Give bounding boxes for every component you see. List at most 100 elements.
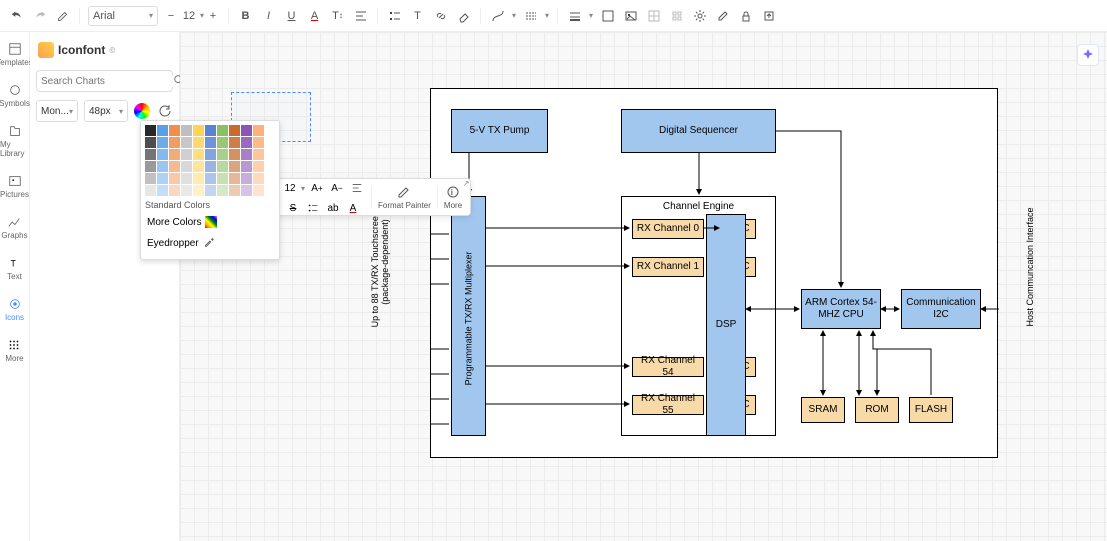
color-swatch[interactable] <box>169 173 180 184</box>
rail-templates[interactable]: Templates <box>0 42 33 67</box>
rx55-box[interactable]: RX Channel 55 <box>632 395 704 415</box>
search-box[interactable] <box>36 70 173 92</box>
color-swatch[interactable] <box>193 173 204 184</box>
italic-icon[interactable]: I <box>260 7 277 24</box>
color-swatch[interactable] <box>181 125 192 136</box>
color-swatch[interactable] <box>157 137 168 148</box>
color-swatch[interactable] <box>241 161 252 172</box>
color-swatch[interactable] <box>217 185 228 196</box>
eraser-icon[interactable] <box>455 7 472 24</box>
channel-engine-box[interactable]: Channel Engine RX Channel 0 RX Channel 1… <box>621 196 776 436</box>
bold-icon[interactable]: B <box>237 7 254 24</box>
rail-library[interactable]: My Library <box>0 124 29 158</box>
color-swatch[interactable] <box>193 185 204 196</box>
float-strike-icon[interactable]: S <box>285 200 301 216</box>
line-style-icon[interactable] <box>522 7 539 24</box>
shape-icon[interactable] <box>599 7 616 24</box>
edit-icon[interactable] <box>714 7 731 24</box>
float-grow-icon[interactable]: A+ <box>309 180 325 196</box>
color-swatch[interactable] <box>241 185 252 196</box>
linewidth-icon[interactable] <box>566 7 583 24</box>
ai-spark-button[interactable] <box>1077 44 1099 66</box>
size-decr[interactable]: − <box>164 9 178 23</box>
color-swatch[interactable] <box>205 161 216 172</box>
case-icon[interactable]: T↕ <box>329 7 346 24</box>
color-swatch[interactable] <box>181 149 192 160</box>
color-swatch[interactable] <box>145 149 156 160</box>
rail-symbols[interactable]: Symbols <box>0 83 30 108</box>
color-swatch[interactable] <box>253 161 264 172</box>
brush-icon[interactable] <box>54 7 71 24</box>
underline-icon[interactable]: U <box>283 7 300 24</box>
color-swatch[interactable] <box>145 161 156 172</box>
color-swatch[interactable] <box>205 149 216 160</box>
rx1-box[interactable]: RX Channel 1 <box>632 257 704 277</box>
color-swatch[interactable] <box>169 161 180 172</box>
mux-box[interactable]: Programmable TX/RX Multiplexer <box>451 196 486 436</box>
color-swatch[interactable] <box>181 161 192 172</box>
float-align-icon[interactable] <box>349 180 365 196</box>
float-bullets-icon[interactable] <box>305 200 321 216</box>
export-icon[interactable] <box>760 7 777 24</box>
color-swatch[interactable] <box>241 125 252 136</box>
text-tool-icon[interactable]: T <box>409 7 426 24</box>
sram-box[interactable]: SRAM <box>801 397 845 423</box>
rail-graphs[interactable]: Graphs <box>1 215 27 240</box>
refresh-icon[interactable] <box>156 103 173 120</box>
color-swatch[interactable] <box>193 137 204 148</box>
color-swatch[interactable] <box>229 149 240 160</box>
digital-sequencer-box[interactable]: Digital Sequencer <box>621 109 776 153</box>
table-icon[interactable] <box>645 7 662 24</box>
color-swatch[interactable] <box>181 173 192 184</box>
color-swatch[interactable] <box>145 185 156 196</box>
lock-icon[interactable] <box>737 7 754 24</box>
color-swatch[interactable] <box>145 125 156 136</box>
mode-select[interactable]: Mon...▾ <box>36 100 78 122</box>
font-select[interactable]: Arial▾ <box>88 6 158 26</box>
color-swatch[interactable] <box>181 185 192 196</box>
float-color-icon[interactable]: A <box>345 200 361 216</box>
grid-icon[interactable] <box>668 7 685 24</box>
flash-box[interactable]: FLASH <box>909 397 953 423</box>
color-swatch[interactable] <box>241 173 252 184</box>
color-swatch[interactable] <box>193 161 204 172</box>
color-swatch[interactable] <box>205 173 216 184</box>
size-incr[interactable]: + <box>206 9 220 23</box>
undo-icon[interactable] <box>8 7 25 24</box>
theme-color-grid[interactable] <box>145 125 275 196</box>
color-swatch[interactable] <box>229 125 240 136</box>
dsp-box[interactable]: DSP <box>706 214 746 436</box>
color-swatch[interactable] <box>157 185 168 196</box>
eyedropper[interactable]: Eyedropper <box>145 232 275 255</box>
rail-pictures[interactable]: Pictures <box>0 174 29 199</box>
color-swatch[interactable] <box>217 173 228 184</box>
comm-box[interactable]: Communication I2C <box>901 289 981 329</box>
color-swatch[interactable] <box>205 185 216 196</box>
search-input[interactable] <box>41 76 173 87</box>
color-swatch[interactable] <box>205 125 216 136</box>
align-icon[interactable] <box>352 7 369 24</box>
color-swatch[interactable] <box>157 125 168 136</box>
float-case-icon[interactable]: ab <box>325 200 341 216</box>
color-swatch[interactable] <box>169 137 180 148</box>
icon-size-select[interactable]: 48px▾ <box>84 100 128 122</box>
rail-more[interactable]: More <box>5 338 23 363</box>
color-swatch[interactable] <box>145 137 156 148</box>
float-dismiss-icon[interactable]: ↗ <box>460 177 472 189</box>
bullet-icon[interactable] <box>386 7 403 24</box>
color-swatch[interactable] <box>229 161 240 172</box>
connector-icon[interactable] <box>489 7 506 24</box>
color-swatch[interactable] <box>241 137 252 148</box>
canvas[interactable]: 5-V TX Pump Digital Sequencer Programmab… <box>180 32 1107 541</box>
arm-box[interactable]: ARM Cortex 54-MHZ CPU <box>801 289 881 329</box>
color-swatch[interactable] <box>229 185 240 196</box>
color-swatch[interactable] <box>229 137 240 148</box>
color-swatch[interactable] <box>229 173 240 184</box>
rail-text[interactable]: TText <box>7 256 22 281</box>
color-swatch[interactable] <box>253 185 264 196</box>
link-icon[interactable] <box>432 7 449 24</box>
redo-icon[interactable] <box>31 7 48 24</box>
color-swatch[interactable] <box>217 137 228 148</box>
float-more[interactable]: i More <box>444 184 462 210</box>
color-swatch[interactable] <box>241 149 252 160</box>
